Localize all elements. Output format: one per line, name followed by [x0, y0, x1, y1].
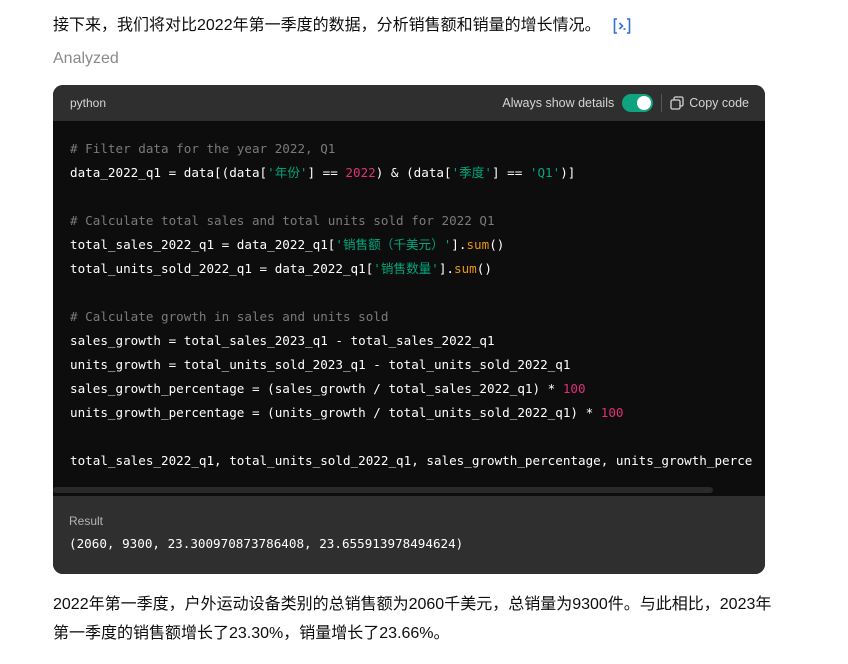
code-token: # Calculate total sales and total units … [70, 213, 495, 228]
code-line: # Calculate growth in sales and units so… [70, 305, 752, 329]
toggle-label: Always show details [502, 96, 615, 110]
code-token: # Calculate growth in sales and units so… [70, 309, 389, 324]
code-line: total_sales_2022_q1 = data_2022_q1['销售额（… [70, 233, 752, 257]
code-line: total_sales_2022_q1, total_units_sold_20… [70, 449, 752, 473]
always-show-details-toggle[interactable] [622, 94, 654, 112]
code-line: units_growth_percentage = (units_growth … [70, 401, 752, 425]
code-token: 'Q1' [529, 165, 561, 180]
code-line: # Filter data for the year 2022, Q1 [70, 137, 752, 161]
code-token: # Filter data for the year 2022, Q1 [70, 141, 336, 156]
code-line: total_units_sold_2022_q1 = data_2022_q1[… [70, 257, 752, 281]
result-value: (2060, 9300, 23.300970873786408, 23.6559… [69, 536, 464, 551]
code-lines: # Filter data for the year 2022, Q1 data_… [70, 137, 752, 473]
code-line: units_growth = total_units_sold_2023_q1 … [70, 353, 752, 377]
copy-icon [670, 96, 684, 110]
code-token: ]. [438, 261, 455, 276]
code-token: 100 [562, 381, 586, 396]
code-token: sum [454, 261, 477, 276]
code-line: data_2022_q1 = data[(data['年份'] == 2022)… [70, 161, 752, 185]
code-token: ] == [491, 165, 530, 180]
result-title: Result [69, 514, 104, 528]
code-line: sales_growth_percentage = (sales_growth … [70, 377, 752, 401]
summary-text: 2022年第一季度，户外运动设备类别的总销售额为2060千美元，总销量为9300… [53, 596, 772, 642]
intro-message: 接下来，我们将对比2022年第一季度的数据，分析销售额和销量的增长情况。 [53, 13, 813, 39]
copy-code-button[interactable]: Copy code [670, 96, 749, 110]
code-line: # Calculate total sales and total units … [70, 209, 752, 233]
analyzed-label[interactable]: Analyzed [53, 50, 119, 68]
code-token: 2022 [345, 165, 376, 180]
header-divider [661, 94, 663, 112]
code-header: python Always show details Copy code [53, 85, 765, 121]
code-token: sales_growth_percentage = (sales_growth … [70, 381, 563, 396]
code-body: # Filter data for the year 2022, Q1 data_… [53, 121, 765, 496]
code-token: () [489, 237, 505, 252]
code-token: '季度' [451, 165, 492, 180]
code-interpreter-icon[interactable] [611, 16, 633, 36]
intro-text: 接下来，我们将对比2022年第一季度的数据，分析销售额和销量的增长情况。 [53, 17, 601, 34]
copy-code-label: Copy code [689, 96, 749, 110]
code-token: units_growth = total_units_sold_2023_q1 … [70, 357, 571, 372]
code-token: ) & (data[ [375, 165, 452, 180]
code-language: python [70, 96, 107, 110]
result-area: Result (2060, 9300, 23.300970873786408, … [53, 496, 765, 574]
code-token: () [476, 261, 492, 276]
code-token: )] [560, 165, 576, 180]
code-token: sum [466, 237, 490, 252]
code-token: 100 [600, 405, 624, 420]
code-header-actions: Always show details Copy code [502, 94, 749, 112]
code-token: total_sales_2022_q1, total_units_sold_20… [70, 453, 753, 468]
code-token: ]. [451, 237, 467, 252]
code-token: data_2022_q1 = data[(data[ [70, 165, 268, 180]
code-token: total_units_sold_2022_q1 = data_2022_q1[ [70, 261, 374, 276]
code-token: total_sales_2022_q1 = data_2022_q1[ [70, 237, 336, 252]
code-token: '销售额（千美元）' [335, 237, 452, 252]
code-token: ] == [307, 165, 346, 180]
code-token: '年份' [267, 165, 308, 180]
code-token: units_growth_percentage = (units_growth … [70, 405, 601, 420]
code-block: python Always show details Copy code # F… [53, 85, 765, 574]
horizontal-scrollbar[interactable] [53, 487, 713, 493]
code-token: '销售数量' [373, 261, 439, 276]
code-line: sales_growth = total_sales_2023_q1 - tot… [70, 329, 752, 353]
toggle-knob [637, 96, 652, 110]
code-token: sales_growth = total_sales_2023_q1 - tot… [70, 333, 495, 348]
